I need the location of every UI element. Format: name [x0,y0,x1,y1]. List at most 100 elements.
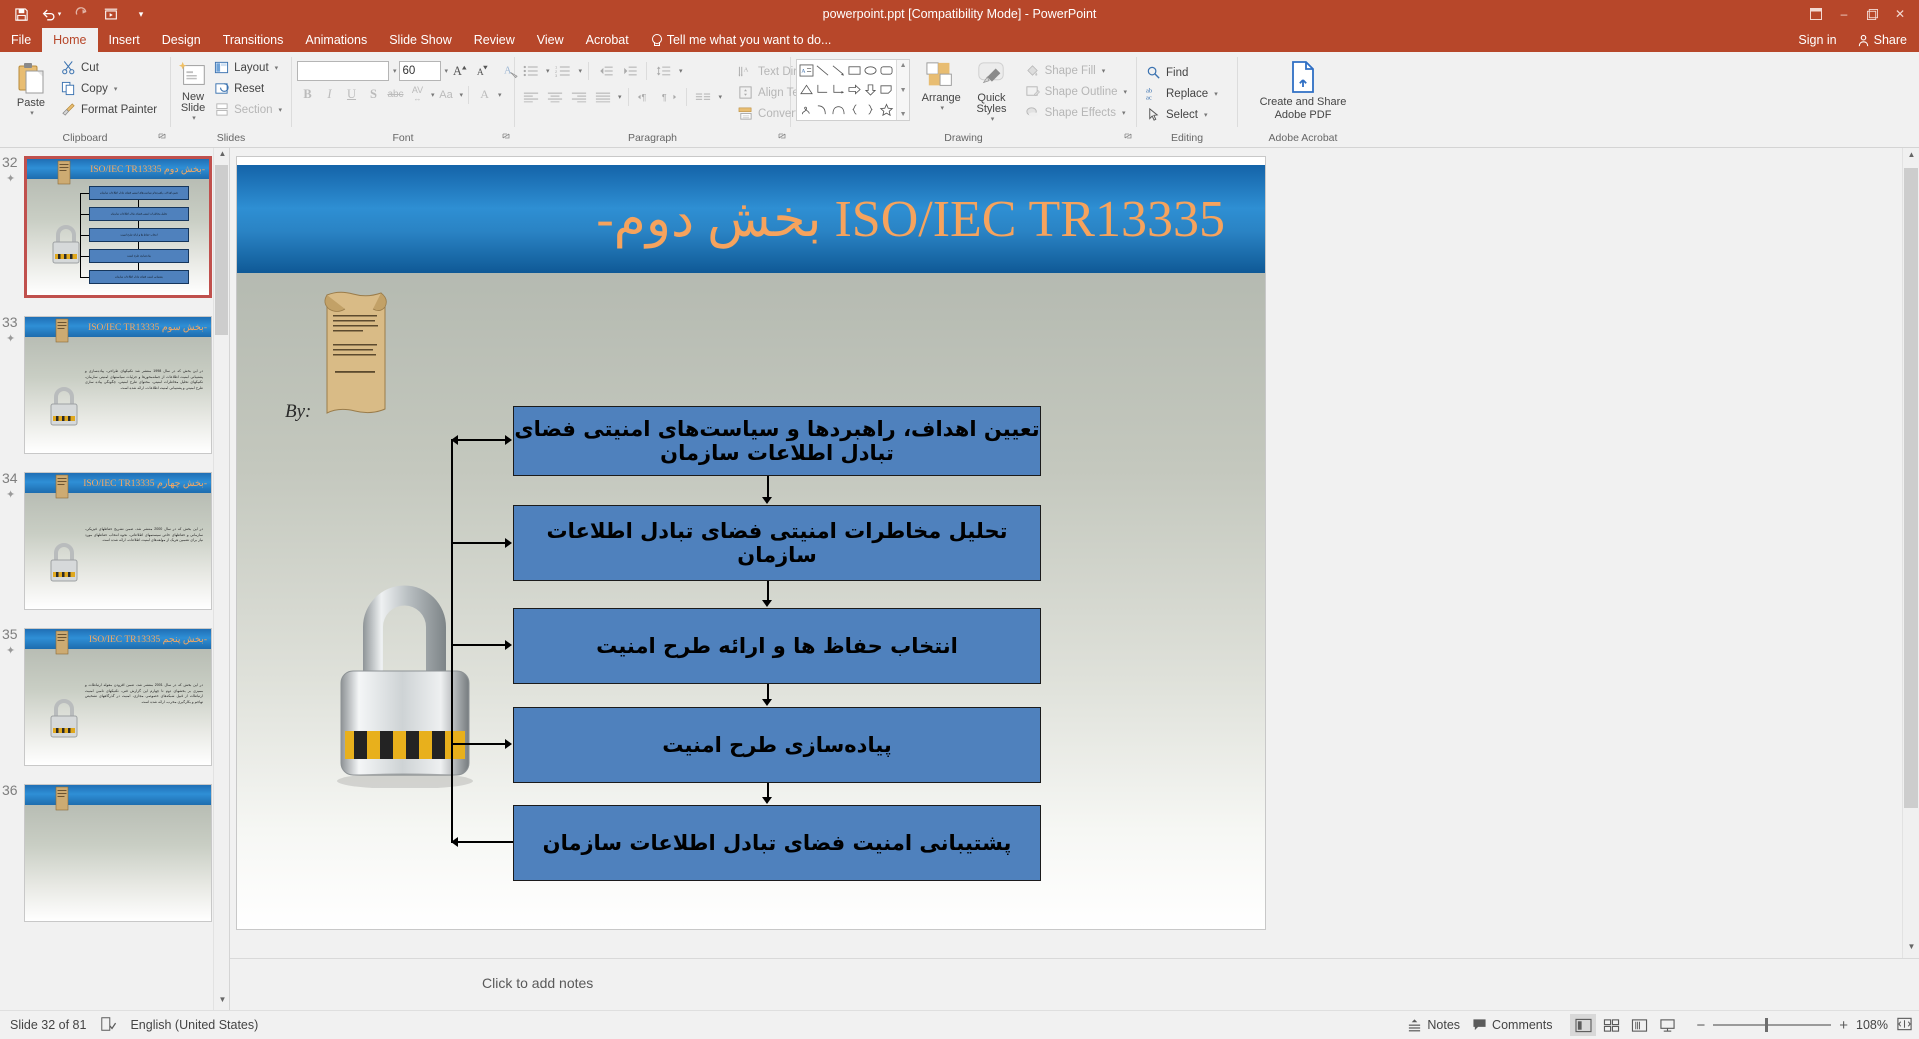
ltr-text-direction-button[interactable]: ¶ [635,86,656,107]
shape-arrow-icon[interactable] [830,61,846,80]
slide-sorter-view-button[interactable] [1598,1014,1624,1036]
shapes-gallery-scrollbar[interactable]: ▲ ▼ ▼ [896,60,910,120]
shape-outline-caret-icon[interactable]: ▾ [1123,88,1127,96]
paste-caret-icon[interactable]: ▾ [30,109,34,117]
paste-button[interactable]: Paste ▾ [5,56,57,117]
tab-review[interactable]: Review [463,28,526,52]
spell-check-icon[interactable] [100,1016,117,1035]
start-from-beginning-icon[interactable] [98,3,124,25]
shape-outline-button[interactable]: Shape Outline ▾ [1021,82,1131,102]
shape-text-box-icon[interactable]: A [798,61,814,80]
padlock-image[interactable] [327,553,482,788]
language-indicator[interactable]: English (United States) [130,1018,258,1032]
bullets-caret-icon[interactable]: ▾ [546,67,550,75]
increase-indent-button[interactable] [619,60,640,81]
fit-slide-to-window-button[interactable] [1896,1016,1913,1035]
font-color-caret-icon[interactable]: ▾ [498,91,502,99]
shape-folded-corner-icon[interactable] [879,80,895,99]
shape-elbow-connector-icon[interactable] [814,80,830,99]
drawing-dialog-launcher[interactable] [1124,133,1133,142]
zoom-in-button[interactable]: + [1839,1017,1848,1034]
copy-button[interactable]: Copy ▾ [57,79,161,99]
reading-view-button[interactable] [1626,1014,1652,1036]
notes-toggle-button[interactable]: Notes [1407,1018,1460,1033]
tab-animations[interactable]: Animations [294,28,378,52]
thumbnail-canvas[interactable]: ISO/IEC TR13335 بخش چهارم- در این بخش که… [24,472,212,610]
increase-font-size-button[interactable]: A [450,60,471,81]
zoom-out-button[interactable]: − [1696,1017,1705,1034]
tab-insert[interactable]: Insert [98,28,151,52]
scroll-down-icon[interactable]: ▼ [1905,942,1918,956]
tab-acrobat[interactable]: Acrobat [575,28,640,52]
share-button[interactable]: Share [1849,30,1915,50]
thumbnail-canvas[interactable]: ISO/IEC TR13335 بخش سوم- در این بخش که د… [24,316,212,454]
columns-caret-icon[interactable]: ▾ [719,93,723,101]
shape-effects-button[interactable]: Shape Effects ▾ [1021,103,1131,123]
font-size-input[interactable]: 60 [398,60,441,81]
slide-show-button[interactable] [1654,1014,1680,1036]
align-left-button[interactable] [520,86,541,107]
columns-button[interactable] [693,86,714,107]
shape-fill-caret-icon[interactable]: ▾ [1102,67,1106,75]
italic-button[interactable]: I [319,84,340,105]
notes-pane[interactable]: Click to add notes [230,958,1919,1010]
tell-me-box[interactable]: Tell me what you want to do... [640,28,842,52]
shape-right-brace-icon[interactable] [863,100,879,119]
customize-qat-icon[interactable]: ▾ [128,3,154,25]
thumbnail-pane-scrollbar[interactable]: ▲ ▼ [213,148,229,1010]
scroll-down-icon[interactable]: ▼ [216,995,229,1009]
font-dialog-launcher[interactable] [502,133,511,142]
quick-styles-button[interactable]: Quick Styles ▾ [966,59,1016,123]
slide-canvas[interactable]: ISO/IEC TR13335 بخش دوم- By: تعیین اهداف… [236,156,1266,930]
font-size-caret-icon[interactable]: ▾ [445,67,449,75]
cut-button[interactable]: Cut [57,58,161,78]
underline-button[interactable]: U [341,84,362,105]
line-spacing-caret-icon[interactable]: ▾ [679,67,683,75]
flow-box-2[interactable]: تحلیل مخاطرات امنیتی فضای تبادل اطلاعات … [513,505,1041,581]
clipboard-dialog-launcher[interactable] [158,133,167,142]
change-case-button[interactable]: Aa [436,84,457,105]
strikethrough-button[interactable]: abc [385,84,406,105]
shape-line-icon[interactable] [814,61,830,80]
font-name-input[interactable] [297,60,389,81]
shape-star-icon[interactable] [879,100,895,119]
shape-arc-icon[interactable] [830,100,846,119]
restore-icon[interactable] [1859,2,1885,26]
slide-thumbnail-pane[interactable]: 32 ✦ ISO/IEC TR13335 بخش دوم- تعیین اهدا… [0,148,230,1010]
scroll-up-icon[interactable]: ▲ [216,149,229,163]
layout-button[interactable]: Layout ▾ [210,58,286,78]
format-painter-button[interactable]: Format Painter [57,100,161,120]
thumbnail-slide-36[interactable]: 36 [0,782,229,922]
comments-button[interactable]: Comments [1472,1018,1552,1032]
bullets-button[interactable] [520,60,541,81]
decrease-indent-button[interactable] [595,60,616,81]
undo-icon[interactable]: ▾ [38,3,64,25]
flow-box-1[interactable]: تعیین اهداف، راهبردها و سیاست‌های امنیتی… [513,406,1041,476]
replace-caret-icon[interactable]: ▾ [1214,90,1218,98]
flow-box-3[interactable]: انتخاب حفاظ ها و ارائه طرح امنیت [513,608,1041,684]
thumbnail-slide-35[interactable]: 35 ✦ ISO/IEC TR13335 بخش پنجم- در این بخ… [0,626,229,766]
find-button[interactable]: Find [1142,63,1222,83]
zoom-level-label[interactable]: 108% [1856,1018,1888,1032]
normal-view-button[interactable] [1570,1014,1597,1036]
tab-home[interactable]: Home [42,28,98,52]
section-caret-icon[interactable]: ▾ [278,106,282,114]
replace-button[interactable]: ab ac Replace ▾ [1142,84,1222,104]
character-spacing-caret-icon[interactable]: ▾ [431,91,435,99]
text-shadow-button[interactable]: S [363,84,384,105]
new-slide-caret-icon[interactable]: ▾ [192,114,196,122]
change-case-caret-icon[interactable]: ▾ [460,91,464,99]
thumbnail-slide-32[interactable]: 32 ✦ ISO/IEC TR13335 بخش دوم- تعیین اهدا… [0,154,229,298]
align-right-button[interactable] [568,86,589,107]
decrease-font-size-button[interactable]: A [473,60,494,81]
shape-rectangle-icon[interactable] [847,61,863,80]
flow-box-5[interactable]: پشتیبانی امنیت فضای تبادل اطلاعات سازمان [513,805,1041,881]
shapes-gallery[interactable]: A ▲ ▼ ▼ [796,59,911,121]
thumbnail-slide-34[interactable]: 34 ✦ ISO/IEC TR13335 بخش چهارم- در این ب… [0,470,229,610]
tab-design[interactable]: Design [151,28,212,52]
close-icon[interactable]: ✕ [1887,2,1913,26]
font-color-button[interactable]: A [474,84,495,105]
flow-box-4[interactable]: پیاده‌سازی طرح امنیت [513,707,1041,783]
new-slide-button[interactable]: New Slide ▾ [176,56,210,122]
slide-indicator[interactable]: Slide 32 of 81 [10,1018,86,1032]
